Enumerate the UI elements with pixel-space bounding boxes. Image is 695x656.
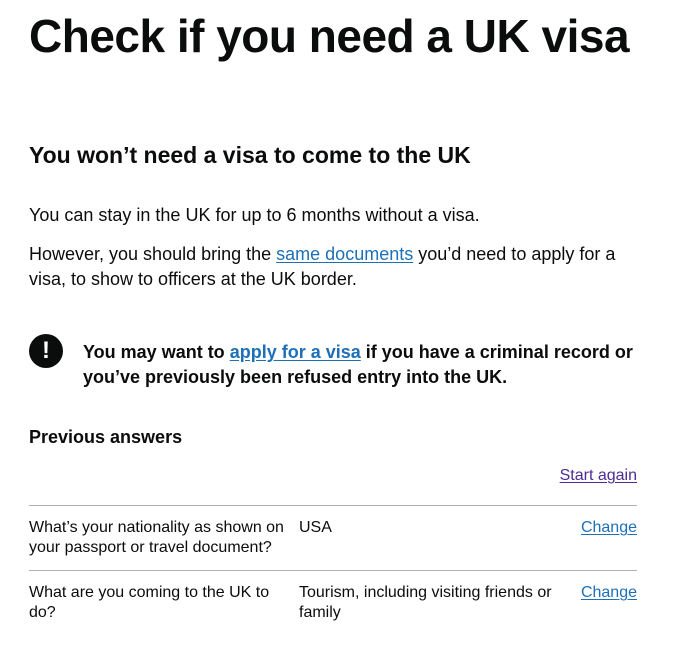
start-again-link[interactable]: Start again	[560, 465, 637, 487]
exclamation-icon: !	[29, 334, 63, 368]
previous-answers-title: Previous answers	[29, 427, 183, 447]
same-documents-link[interactable]: same documents	[276, 244, 413, 264]
answer-row-purpose: What are you coming to the UK to do? Tou…	[29, 570, 637, 635]
answer-question: What’s your nationality as shown on your…	[29, 519, 284, 556]
outcome-title: You won’t need a visa to come to the UK	[29, 142, 471, 168]
documents-text-before: However, you should bring the	[29, 244, 277, 264]
answer-row-nationality: What’s your nationality as shown on your…	[29, 505, 637, 570]
answer-value: Tourism, including visiting friends or f…	[299, 584, 552, 621]
page-title: Check if you need a UK visa	[29, 10, 630, 62]
answer-value: USA	[299, 519, 332, 536]
change-nationality-link[interactable]: Change	[581, 518, 637, 538]
warning-callout: ! You may want to apply for a visa if yo…	[29, 334, 637, 394]
answer-question: What are you coming to the UK to do?	[29, 584, 270, 621]
change-purpose-link[interactable]: Change	[581, 583, 637, 603]
apply-for-visa-link[interactable]: apply for a visa	[230, 342, 361, 362]
warning-text: You may want to apply for a visa if you …	[83, 340, 643, 390]
documents-paragraph: However, you should bring the same docum…	[29, 242, 629, 292]
previous-answers-list: What’s your nationality as shown on your…	[29, 505, 637, 635]
stay-duration-text: You can stay in the UK for up to 6 month…	[29, 205, 480, 225]
warning-text-before: You may want to	[83, 342, 230, 362]
